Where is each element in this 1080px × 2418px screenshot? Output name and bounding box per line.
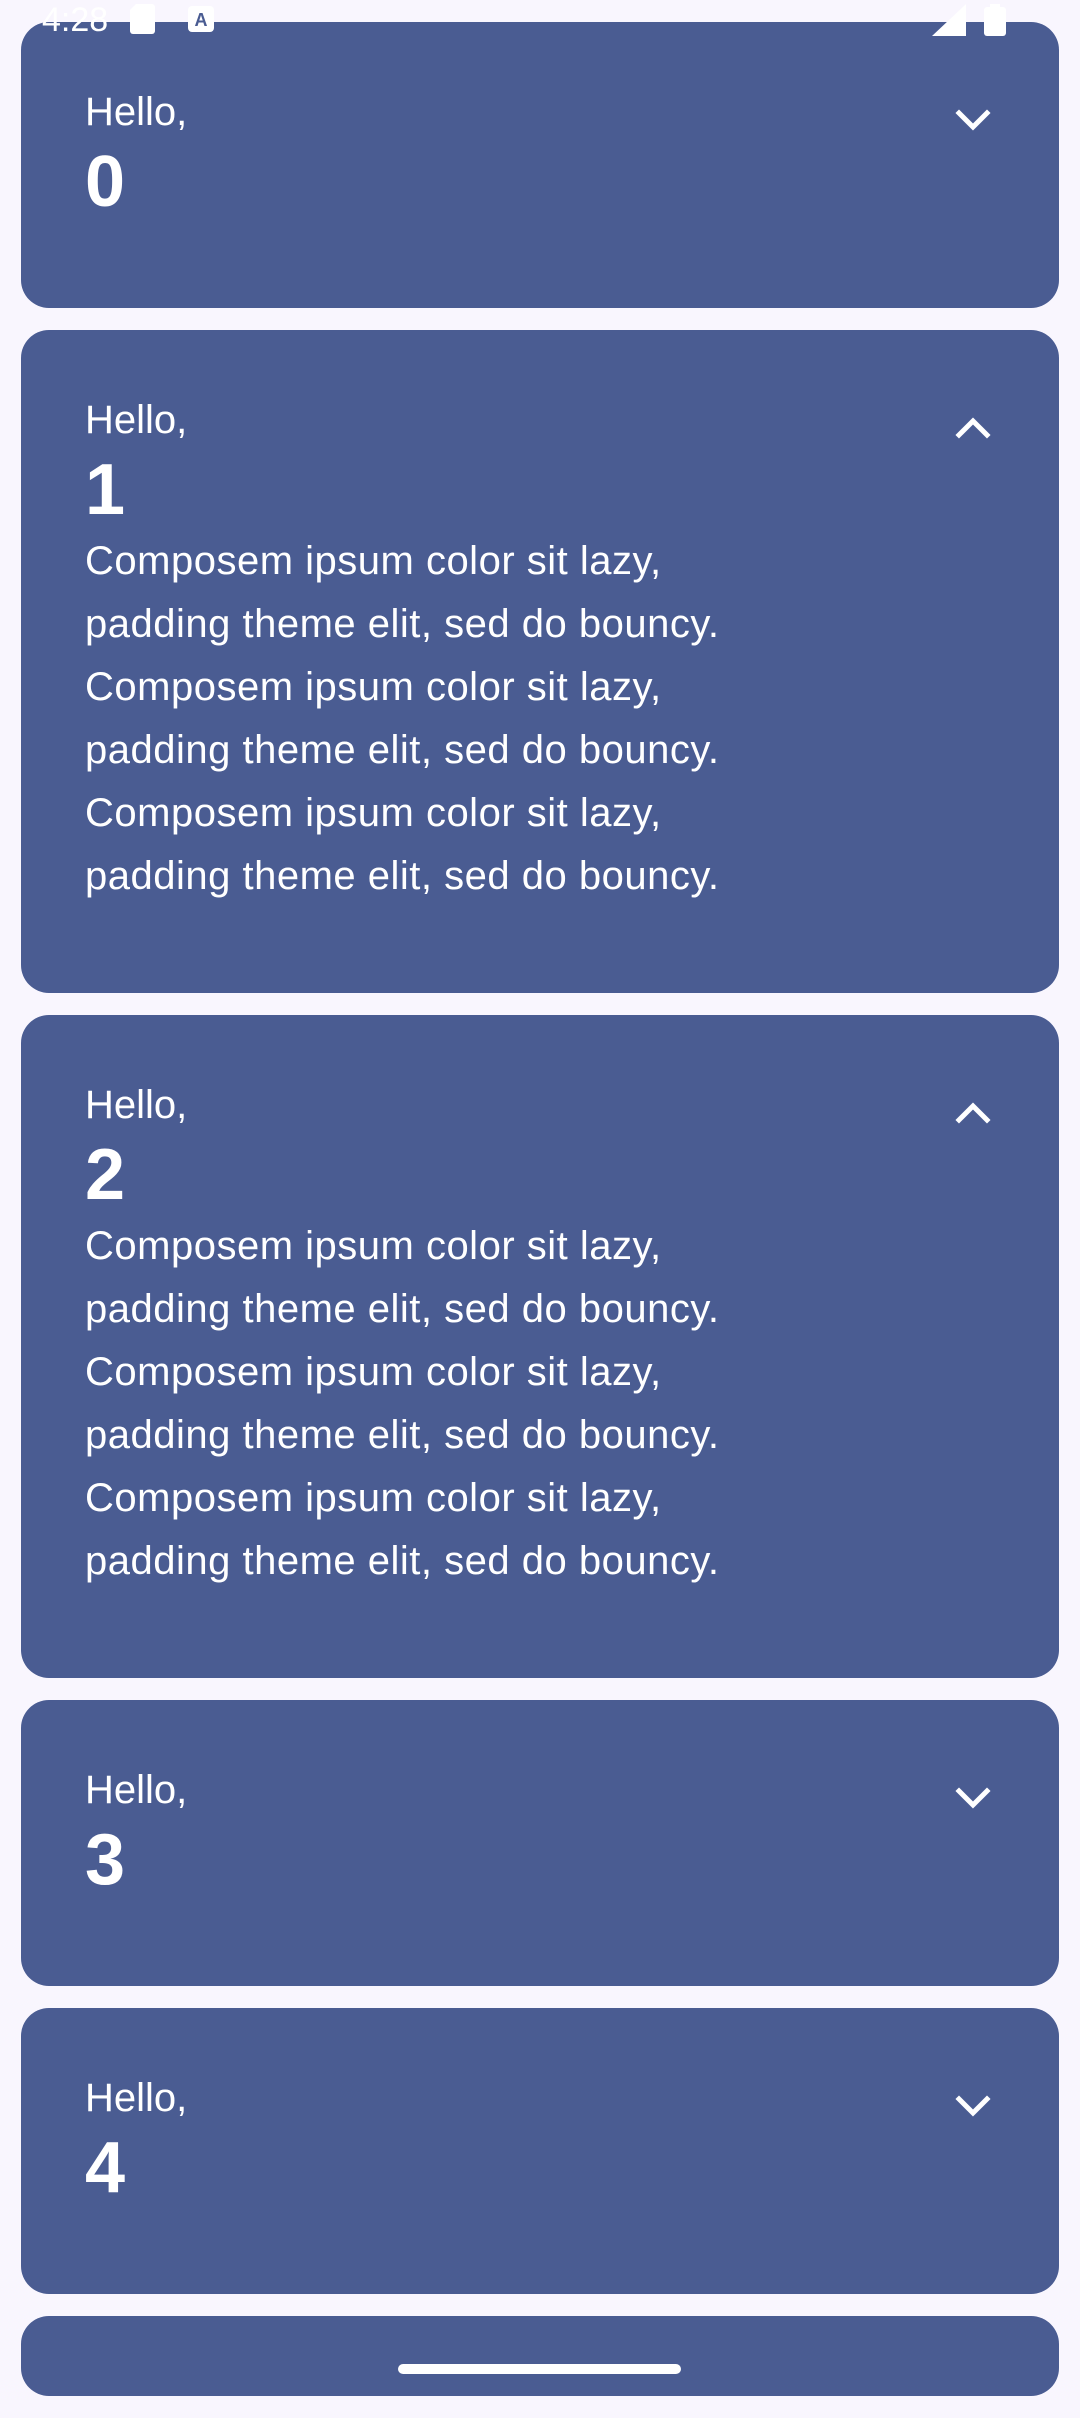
body-line: Composem ipsum color sit lazy,	[85, 1350, 662, 1394]
greeting-card[interactable]: Hello, 4	[21, 2008, 1059, 2294]
card-body-text: Composem ipsum color sit lazy, padding t…	[85, 530, 845, 908]
body-line: padding theme elit, sed do bouncy.	[85, 854, 720, 898]
greeting-label: Hello,	[85, 2076, 188, 2120]
body-line: Composem ipsum color sit lazy,	[85, 791, 662, 835]
greeting-name: 4	[85, 2128, 126, 2208]
sd-card-icon	[130, 4, 158, 39]
greeting-list[interactable]: Hello, 0 Hello, 1 Composem ipsum color s…	[21, 22, 1059, 2418]
greeting-name: 3	[85, 1820, 126, 1900]
body-line: padding theme elit, sed do bouncy.	[85, 602, 720, 646]
greeting-card[interactable]: Hello, 3	[21, 1700, 1059, 1986]
expand-button[interactable]	[943, 1770, 1003, 1830]
greeting-label: Hello,	[85, 90, 188, 134]
gesture-nav-handle[interactable]	[398, 2364, 681, 2374]
status-bar: 4:28 A	[0, 0, 1080, 40]
greeting-name: 2	[85, 1135, 126, 1215]
greeting-card[interactable]: Hello, 2 Composem ipsum color sit lazy, …	[21, 1015, 1059, 1678]
card-body-text: Composem ipsum color sit lazy, padding t…	[85, 1215, 845, 1593]
chevron-up-icon	[955, 1101, 991, 1130]
greeting-card-partial[interactable]	[21, 2316, 1059, 2396]
greeting-label: Hello,	[85, 1083, 188, 1127]
greeting-card[interactable]: Hello, 1 Composem ipsum color sit lazy, …	[21, 330, 1059, 993]
body-line: padding theme elit, sed do bouncy.	[85, 728, 720, 772]
chevron-down-icon	[955, 108, 991, 137]
svg-text:A: A	[195, 10, 208, 30]
collapse-button[interactable]	[943, 400, 1003, 460]
body-line: padding theme elit, sed do bouncy.	[85, 1539, 720, 1583]
body-line: Composem ipsum color sit lazy,	[85, 539, 662, 583]
body-line: Composem ipsum color sit lazy,	[85, 665, 662, 709]
collapse-button[interactable]	[943, 1085, 1003, 1145]
body-line: padding theme elit, sed do bouncy.	[85, 1287, 720, 1331]
greeting-name: 0	[85, 142, 126, 222]
keyboard-a-icon: A	[188, 4, 214, 39]
greeting-name: 1	[85, 450, 126, 530]
chevron-up-icon	[955, 416, 991, 445]
body-line: padding theme elit, sed do bouncy.	[85, 1413, 720, 1457]
chevron-down-icon	[955, 1786, 991, 1815]
greeting-label: Hello,	[85, 398, 188, 442]
expand-button[interactable]	[943, 92, 1003, 152]
signal-icon	[932, 4, 966, 41]
body-line: Composem ipsum color sit lazy,	[85, 1476, 662, 1520]
chevron-down-icon	[955, 2094, 991, 2123]
expand-button[interactable]	[943, 2078, 1003, 2138]
greeting-card[interactable]: Hello, 0	[21, 22, 1059, 308]
greeting-label: Hello,	[85, 1768, 188, 1812]
status-time: 4:28	[42, 1, 109, 39]
body-line: Composem ipsum color sit lazy,	[85, 1224, 662, 1268]
battery-icon	[984, 4, 1006, 41]
